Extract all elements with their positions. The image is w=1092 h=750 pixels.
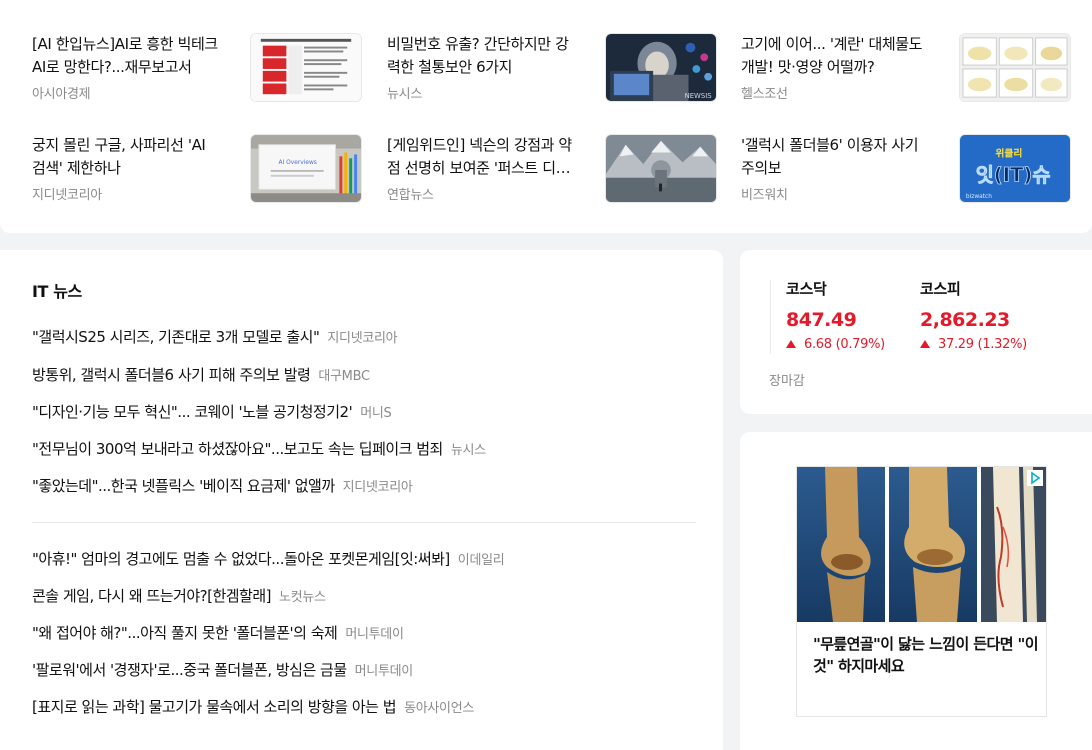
up-arrow-icon bbox=[786, 340, 796, 348]
top-news-panel: [AI 한입뉴스]AI로 흥한 빅테크 AI로 망한다?...재무보고서 아시아… bbox=[0, 0, 1092, 233]
snowy-mountain-game-scene-thumbnail[interactable] bbox=[605, 134, 717, 203]
news-source: 동아사이언스 bbox=[404, 701, 475, 716]
index-value: 2,862.23 bbox=[920, 309, 1010, 331]
ad-banner[interactable]: "무릎연골"이 닳는 느낌이 든다면 "이것" 하지마세요 bbox=[796, 466, 1047, 717]
index-name[interactable]: 코스닥 bbox=[786, 278, 885, 299]
news-card[interactable]: '갤럭시 폴더블6' 이용자 사기 주의보 비즈워치 위클리 잇(IT)슈 bi… bbox=[741, 134, 1071, 206]
list-item[interactable]: 방통위, 갤럭시 폴더블6 사기 피해 주의보 발령 대구MBC bbox=[32, 364, 370, 386]
list-item[interactable]: "좋았는데"...한국 넷플릭스 '베이직 요금제' 없앨까 지디넷코리아 bbox=[32, 475, 413, 497]
change-value: 6.68 (0.79%) bbox=[804, 337, 885, 352]
market-status: 장마감 bbox=[769, 374, 805, 389]
list-divider bbox=[32, 522, 696, 523]
news-card[interactable]: 비밀번호 유출? 간단하지만 강력한 철통보안 6가지 뉴시스 NEWSIS bbox=[387, 33, 717, 105]
news-source: 머니투데이 bbox=[345, 627, 404, 642]
adchoices-icon[interactable] bbox=[1027, 470, 1043, 486]
news-source: 뉴시스 bbox=[450, 443, 486, 458]
index-change: 37.29 (1.32%) bbox=[920, 337, 1027, 352]
headline-link[interactable]: "갤럭시S25 시리즈, 기존대로 3개 모델로 출시" bbox=[32, 328, 320, 346]
list-item[interactable]: "갤럭시S25 시리즈, 기존대로 3개 모델로 출시" 지디넷코리아 bbox=[32, 326, 398, 348]
news-title[interactable]: [게임위드인] 넥슨의 강점과 약점 선명히 보여준 '퍼스트 디센던트' bbox=[387, 134, 577, 180]
news-source: 머니S bbox=[360, 406, 392, 421]
news-title[interactable]: 궁지 몰린 구글, 사파리선 'AI 검색' 제한하나 bbox=[32, 134, 222, 180]
news-source: 연합뉴스 bbox=[387, 188, 434, 203]
ad-panel: "무릎연골"이 닳는 느낌이 든다면 "이것" 하지마세요 bbox=[740, 432, 1092, 750]
svg-text:잇(IT)슈: 잇(IT)슈 bbox=[976, 164, 1051, 187]
svg-text:bizwatch: bizwatch bbox=[966, 194, 992, 200]
news-card[interactable]: 궁지 몰린 구글, 사파리선 'AI 검색' 제한하나 지디넷코리아 AI Ov… bbox=[32, 134, 362, 206]
index-value: 847.49 bbox=[786, 309, 857, 331]
news-title[interactable]: '갤럭시 폴더블6' 이용자 사기 주의보 bbox=[741, 134, 931, 180]
headline-link[interactable]: "디자인·기능 모두 혁신"... 코웨이 '노블 공기청정기2' bbox=[32, 403, 353, 421]
list-item[interactable]: [표지로 읽는 과학] 물고기가 물속에서 소리의 방향을 아는 법 동아사이언스 bbox=[32, 696, 474, 718]
news-card[interactable]: [AI 한입뉴스]AI로 흥한 빅테크 AI로 망한다?...재무보고서 아시아… bbox=[32, 33, 362, 105]
list-item[interactable]: "디자인·기능 모두 혁신"... 코웨이 '노블 공기청정기2' 머니S bbox=[32, 401, 392, 423]
news-source: 대구MBC bbox=[318, 369, 370, 384]
knee-joint-xray-image[interactable] bbox=[797, 467, 1046, 622]
divider bbox=[770, 280, 771, 354]
hooded-hacker-laptop-thumbnail[interactable]: NEWSIS bbox=[605, 33, 717, 102]
ai-overviews-slide-thumbnail[interactable]: AI Overviews bbox=[250, 134, 362, 203]
list-item[interactable]: "전무님이 300억 보내라고 하셨잖아요"...보고도 속는 딥페이크 범죄 뉴… bbox=[32, 438, 486, 460]
headline-link[interactable]: '팔로워'에서 '경쟁자'로...중국 폴더블폰, 방심은 금물 bbox=[32, 661, 347, 679]
kospi-index[interactable]: 코스피 2,862.23 37.29 (1.32%) bbox=[920, 278, 1027, 352]
news-source: 머니투데이 bbox=[354, 664, 414, 679]
news-source: 아시아경제 bbox=[32, 87, 91, 102]
news-title[interactable]: 고기에 이어... '계란' 대체물도 개발! 맛·영양 어떨까? bbox=[741, 33, 931, 79]
ad-caption[interactable]: "무릎연골"이 닳는 느낌이 든다면 "이것" 하지마세요 bbox=[813, 633, 1039, 677]
headline-link[interactable]: "전무님이 300억 보내라고 하셨잖아요"...보고도 속는 딥페이크 범죄 bbox=[32, 440, 443, 458]
svg-text:AI Overviews: AI Overviews bbox=[279, 160, 317, 166]
list-item[interactable]: "아휴!" 엄마의 경고에도 멈출 수 없었다...돌아온 포켓몬게임[잇:써봐… bbox=[32, 548, 505, 570]
headline-link[interactable]: "왜 접어야 해?"...아직 풀지 못한 '폴더블폰'의 숙제 bbox=[32, 624, 338, 642]
stock-index-panel: 코스닥 847.49 6.68 (0.79%) 코스피 2,862.23 37.… bbox=[740, 250, 1092, 414]
headline-link[interactable]: 콘솔 게임, 다시 왜 뜨는거야?[한겜할래] bbox=[32, 587, 272, 605]
list-item[interactable]: "왜 접어야 해?"...아직 풀지 못한 '폴더블폰'의 숙제 머니투데이 bbox=[32, 622, 404, 644]
news-source: 이데일리 bbox=[457, 553, 505, 568]
news-source: 지디넷코리아 bbox=[32, 188, 102, 203]
news-source: 헬스조선 bbox=[741, 87, 788, 102]
headline-link[interactable]: "좋았는데"...한국 넷플릭스 '베이직 요금제' 없앨까 bbox=[32, 477, 335, 495]
news-source: 뉴시스 bbox=[387, 87, 422, 102]
change-value: 37.29 (1.32%) bbox=[938, 337, 1027, 352]
index-name[interactable]: 코스피 bbox=[920, 278, 1027, 299]
section-title[interactable]: IT 뉴스 bbox=[32, 278, 82, 302]
news-title[interactable]: 비밀번호 유출? 간단하지만 강력한 철통보안 6가지 bbox=[387, 33, 577, 79]
svg-text:NEWSIS: NEWSIS bbox=[685, 92, 712, 100]
svg-text:위클리: 위클리 bbox=[995, 146, 1022, 159]
it-news-panel: IT 뉴스 "갤럭시S25 시리즈, 기존대로 3개 모델로 출시" 지디넷코리아… bbox=[0, 250, 723, 750]
wiklar-itshow-logo-thumbnail[interactable]: 위클리 잇(IT)슈 bizwatch bbox=[959, 134, 1071, 203]
headline-link[interactable]: 방통위, 갤럭시 폴더블6 사기 피해 주의보 발령 bbox=[32, 366, 311, 384]
news-card[interactable]: 고기에 이어... '계란' 대체물도 개발! 맛·영양 어떨까? 헬스조선 bbox=[741, 33, 1071, 105]
up-arrow-icon bbox=[920, 340, 930, 348]
news-title[interactable]: [AI 한입뉴스]AI로 흥한 빅테크 AI로 망한다?...재무보고서 bbox=[32, 33, 222, 79]
kosdaq-index[interactable]: 코스닥 847.49 6.68 (0.79%) bbox=[786, 278, 885, 352]
list-item[interactable]: 콘솔 게임, 다시 왜 뜨는거야?[한겜할래] 노컷뉴스 bbox=[32, 585, 326, 607]
news-source: 지디넷코리아 bbox=[342, 480, 413, 495]
index-change: 6.68 (0.79%) bbox=[786, 337, 885, 352]
news-source: 지디넷코리아 bbox=[327, 331, 398, 346]
list-item[interactable]: '팔로워'에서 '경쟁자'로...중국 폴더블폰, 방심은 금물 머니투데이 bbox=[32, 659, 413, 681]
headline-link[interactable]: [표지로 읽는 과학] 물고기가 물속에서 소리의 방향을 아는 법 bbox=[32, 698, 397, 716]
egg-substitute-samples-thumbnail[interactable] bbox=[959, 33, 1071, 102]
headline-link[interactable]: "아휴!" 엄마의 경고에도 멈출 수 없었다...돌아온 포켓몬게임[잇:써봐… bbox=[32, 550, 450, 568]
news-card[interactable]: [게임위드인] 넥슨의 강점과 약점 선명히 보여준 '퍼스트 디센던트' 연합… bbox=[387, 134, 717, 206]
document-table-thumbnail[interactable] bbox=[250, 33, 362, 102]
news-source: 비즈워치 bbox=[741, 188, 788, 203]
news-source: 노컷뉴스 bbox=[279, 590, 326, 605]
